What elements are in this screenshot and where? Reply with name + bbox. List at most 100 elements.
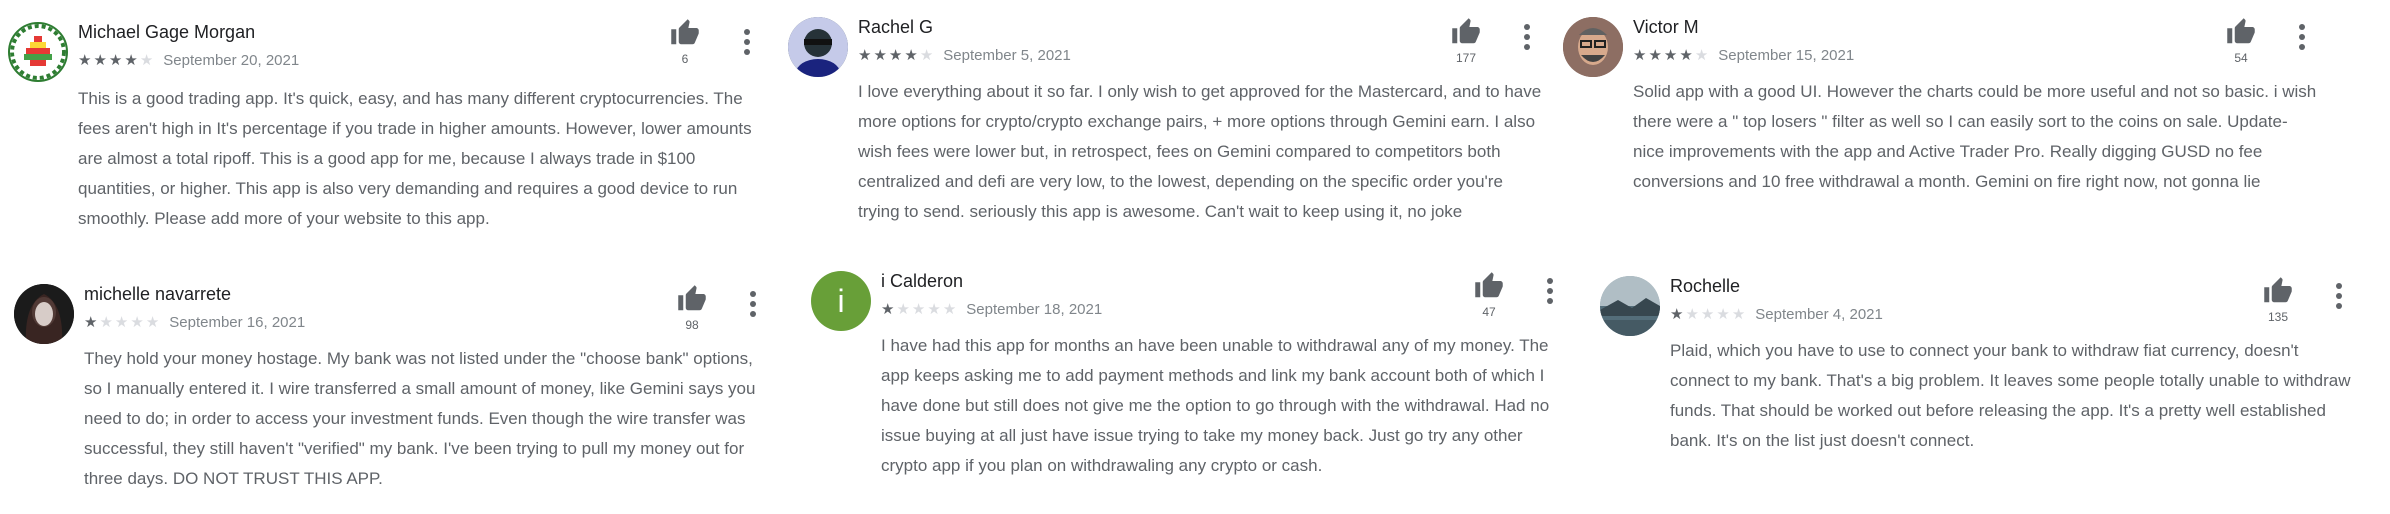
helpful-count: 135 [2267, 310, 2289, 324]
more-options-button[interactable] [1544, 278, 1556, 304]
helpful-button[interactable]: 177 [1446, 17, 1486, 65]
pixel-art-avatar-icon [10, 24, 66, 80]
star-filled-icon: ★ [873, 47, 887, 64]
review-meta: ★ ★ ★ ★ ★ September 5, 2021 [858, 47, 1071, 64]
review-date: September 15, 2021 [1718, 47, 1855, 64]
review-text: This is a good trading app. It's quick, … [78, 89, 752, 228]
dot-icon [1524, 24, 1530, 30]
star-filled-icon: ★ [108, 52, 123, 69]
dot-icon [744, 49, 750, 55]
helpful-button[interactable]: 98 [672, 284, 712, 332]
review-text: I have had this app for months an have b… [881, 336, 1550, 475]
review-text: I love everything about it so far. I onl… [858, 82, 1542, 221]
star-empty-icon: ★ [919, 47, 934, 64]
star-empty-icon: ★ [1700, 306, 1715, 323]
avatar [8, 22, 68, 82]
more-options-button[interactable] [2333, 283, 2345, 309]
avatar: i [811, 271, 871, 331]
dot-icon [2336, 283, 2342, 289]
dot-icon [2299, 24, 2305, 30]
helpful-count: 98 [685, 318, 699, 332]
star-empty-icon: ★ [139, 52, 154, 69]
review-meta: ★ ★ ★ ★ ★ September 18, 2021 [881, 301, 1102, 318]
helpful-count: 177 [1455, 51, 1477, 65]
helpful-button[interactable]: 135 [2258, 276, 2298, 324]
star-filled-icon: ★ [1679, 47, 1693, 64]
star-empty-icon: ★ [927, 301, 941, 318]
helpful-button[interactable]: 6 [665, 18, 705, 66]
star-filled-icon: ★ [1670, 306, 1684, 323]
star-filled-icon: ★ [858, 47, 872, 64]
star-empty-icon: ★ [1685, 306, 1699, 323]
reviewer-name: Victor M [1633, 17, 1699, 37]
dot-icon [1524, 34, 1530, 40]
star-filled-icon: ★ [1648, 47, 1662, 64]
thumbs-up-icon [1475, 272, 1503, 298]
dot-icon [2299, 34, 2305, 40]
reviewer-name: Rochelle [1670, 276, 1741, 296]
helpful-count: 6 [681, 52, 689, 66]
thumbs-up-icon [678, 285, 706, 311]
review-text: Plaid, which you have to use to connect … [1670, 341, 2351, 450]
reviewer-name: michelle navarrete [84, 284, 232, 304]
review-date: September 16, 2021 [169, 314, 306, 331]
review-card: Rachel G ★ ★ ★ ★ ★ September 5, 2021 177 I l… [788, 17, 1548, 232]
more-options-button[interactable] [1521, 24, 1533, 50]
more-options-button[interactable] [741, 29, 753, 55]
review-card: michelle navarrete ★ ★ ★ ★ ★ September 16, 2… [14, 284, 774, 499]
dot-icon [1547, 278, 1553, 284]
review-meta: ★ ★ ★ ★ ★ September 15, 2021 [1633, 47, 1854, 64]
reviewer-name: i Calderon [881, 271, 964, 291]
star-rating: ★ ★ ★ ★ ★ [858, 48, 933, 63]
helpful-button[interactable]: 47 [1469, 271, 1509, 319]
star-rating: ★ ★ ★ ★ ★ [1633, 48, 1708, 63]
star-empty-icon: ★ [1694, 47, 1709, 64]
dot-icon [750, 291, 756, 297]
avatar [788, 17, 848, 77]
star-filled-icon: ★ [84, 314, 98, 331]
star-filled-icon: ★ [1663, 47, 1678, 64]
reviewer-name: Michael Gage Morgan [78, 22, 256, 42]
review-date: September 4, 2021 [1755, 306, 1883, 323]
review-meta: ★ ★ ★ ★ ★ September 4, 2021 [1670, 306, 1883, 323]
review-text: Solid app with a good UI. However the ch… [1633, 82, 2317, 191]
review-date: September 5, 2021 [943, 47, 1071, 64]
star-rating: ★ ★ ★ ★ ★ [84, 315, 159, 330]
dot-icon [750, 311, 756, 317]
person-photo-icon [1563, 17, 1623, 77]
dot-icon [750, 301, 756, 307]
review-card: i i Calderon ★ ★ ★ ★ ★ September 18, 2021 47… [811, 271, 1571, 486]
person-photo-icon [788, 17, 848, 77]
more-options-button[interactable] [747, 291, 759, 317]
avatar [1563, 17, 1623, 77]
star-empty-icon: ★ [942, 301, 957, 318]
star-empty-icon: ★ [1731, 306, 1746, 323]
dot-icon [1524, 44, 1530, 50]
more-options-button[interactable] [2296, 24, 2308, 50]
star-filled-icon: ★ [1633, 47, 1647, 64]
star-empty-icon: ★ [911, 301, 926, 318]
helpful-button[interactable]: 54 [2221, 17, 2261, 65]
dot-icon [1547, 298, 1553, 304]
star-filled-icon: ★ [888, 47, 903, 64]
thumbs-up-icon [1452, 18, 1480, 44]
star-filled-icon: ★ [78, 52, 92, 69]
avatar-letter: i [837, 282, 845, 319]
review-text: They hold your money hostage. My bank wa… [84, 349, 756, 488]
person-photo-icon [14, 284, 74, 344]
review-meta: ★ ★ ★ ★ ★ September 20, 2021 [78, 52, 299, 69]
thumbs-up-icon [2264, 277, 2292, 303]
star-empty-icon: ★ [114, 314, 129, 331]
star-rating: ★ ★ ★ ★ ★ [881, 302, 956, 317]
dot-icon [2299, 44, 2305, 50]
dot-icon [744, 29, 750, 35]
star-filled-icon: ★ [881, 301, 895, 318]
star-empty-icon: ★ [145, 314, 160, 331]
dot-icon [1547, 288, 1553, 294]
dot-icon [2336, 293, 2342, 299]
review-date: September 20, 2021 [163, 52, 300, 69]
star-empty-icon: ★ [99, 314, 113, 331]
thumbs-up-icon [2227, 18, 2255, 44]
review-card: Victor M ★ ★ ★ ★ ★ September 15, 2021 54 Sol… [1563, 17, 2323, 207]
dot-icon [744, 39, 750, 45]
